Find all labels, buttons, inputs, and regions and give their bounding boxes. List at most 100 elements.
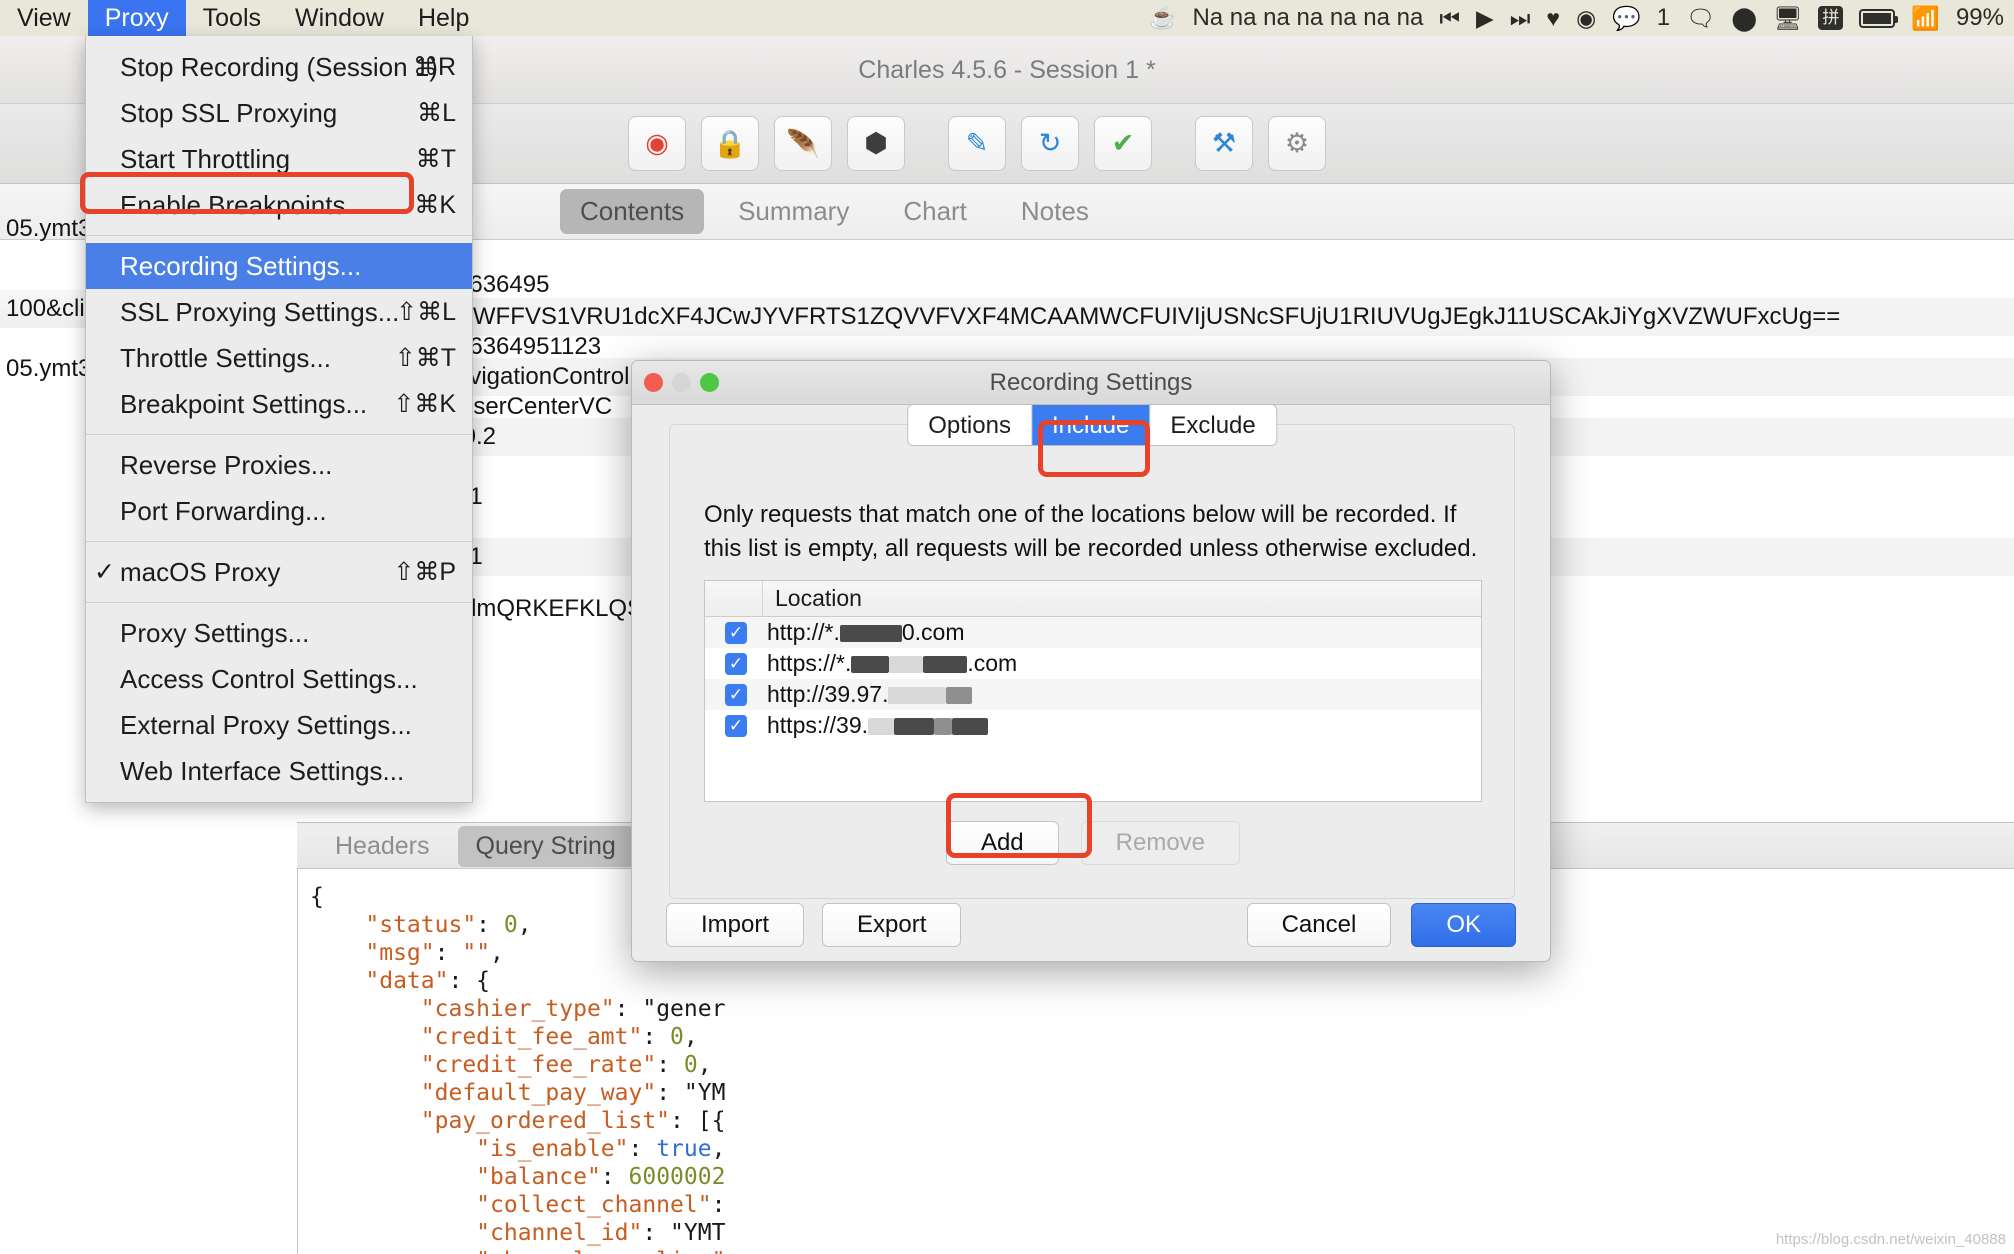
tab-contents[interactable]: Contents [560, 189, 705, 234]
validate-button[interactable]: ✔ [1094, 116, 1152, 171]
menu-item-start-throttling[interactable]: Start Throttling ⌘T [86, 136, 472, 182]
wifi-icon[interactable]: 📶 [1911, 0, 1940, 36]
compose-icon: ✎ [965, 128, 989, 158]
location-column-header: Location [775, 585, 862, 611]
segment-options[interactable]: Options [908, 405, 1032, 445]
menu-item-access-control-settings[interactable]: Access Control Settings... [86, 656, 472, 702]
menu-item-stop-recording-session-1[interactable]: Stop Recording (Session 1) ⌘R [86, 44, 472, 90]
export-button[interactable]: Export [822, 903, 962, 947]
menu-item-external-proxy-settings[interactable]: External Proxy Settings... [86, 702, 472, 748]
ssl-proxying-button[interactable]: 🔒 [701, 116, 759, 171]
locations-rows: ✓ http://*. 0.com ✓ https://*. .com ✓ http://39… [705, 617, 1481, 741]
location-prefix: http://39.97. [767, 681, 889, 707]
evernote-icon[interactable]: ⬤ [1731, 0, 1757, 36]
location-checkbox[interactable]: ✓ [725, 652, 747, 675]
location-text: http://*. 0.com [767, 619, 965, 646]
menu-item-proxy-settings[interactable]: Proxy Settings... [86, 610, 472, 656]
location-text: https://*. .com [767, 650, 1017, 677]
locations-list[interactable]: Location ✓ http://*. 0.com ✓ https://*. .com ✓… [704, 580, 1482, 802]
throttle-icon: 🪶 [786, 128, 820, 159]
dialog-description: Only requests that match one of the loca… [704, 501, 1478, 562]
breakpoints-button[interactable]: ⬢ [847, 116, 905, 171]
zoom-button-icon[interactable] [700, 373, 719, 392]
checkbox-column-header [705, 580, 763, 617]
menu-item-enable-breakpoints[interactable]: Enable Breakpoints ⌘K [86, 182, 472, 228]
menubar-item-view[interactable]: View [0, 0, 88, 36]
menu-item-macos-proxy[interactable]: ✓ macOS Proxy ⇧⌘P [86, 549, 472, 595]
record-icon: ◉ [645, 128, 669, 158]
record-button[interactable]: ◉ [628, 116, 686, 171]
menu-separator [86, 235, 472, 236]
throttle-button[interactable]: 🪶 [774, 116, 832, 171]
location-checkbox[interactable]: ✓ [725, 621, 747, 644]
location-checkbox[interactable]: ✓ [725, 714, 747, 737]
menu-item-port-forwarding[interactable]: Port Forwarding... [86, 488, 472, 534]
location-row[interactable]: ✓ https://39. [705, 710, 1481, 741]
tools-button[interactable]: ⚒ [1195, 116, 1253, 171]
location-text: http://39.97. [767, 681, 973, 708]
menu-item-throttle-settings[interactable]: Throttle Settings... ⇧⌘T [86, 335, 472, 381]
locations-list-header: Location [705, 580, 1481, 617]
menubar-now-playing: Na na na na na na na [1192, 4, 1424, 31]
proxy-dropdown-menu: Stop Recording (Session 1) ⌘R Stop SSL Pro… [85, 36, 473, 803]
menu-item-ssl-proxying-settings[interactable]: SSL Proxying Settings... ⇧⌘L [86, 289, 472, 335]
menubar-item-help[interactable]: Help [401, 0, 486, 36]
segment-exclude[interactable]: Exclude [1150, 405, 1276, 445]
watermark-text: https://blog.csdn.net/weixin_40888 [1775, 1231, 2006, 1248]
json-line: "credit_fee_rate": 0, [420, 1052, 712, 1078]
lower-tab-query-string[interactable]: Query String [457, 825, 634, 867]
cancel-button[interactable]: Cancel [1246, 903, 1392, 947]
dialog-titlebar: Recording Settings [632, 361, 1550, 405]
ok-button[interactable]: OK [1411, 903, 1516, 947]
location-prefix: http://*. [767, 619, 840, 645]
menu-item-stop-ssl-proxying[interactable]: Stop SSL Proxying ⌘L [86, 90, 472, 136]
netease-music-icon[interactable]: ◉ [1576, 0, 1596, 36]
coffee-cup-icon[interactable]: ☕ [1149, 0, 1176, 36]
input-method-pinyin-icon[interactable]: 拼 [1818, 6, 1844, 30]
airplay-icon[interactable]: 🖥 [1773, 0, 1802, 36]
tab-summary[interactable]: Summary [718, 189, 869, 234]
add-button[interactable]: Add [945, 821, 1059, 865]
menu-item-label: Access Control Settings... [120, 664, 418, 694]
tab-chart[interactable]: Chart [883, 189, 987, 234]
location-row[interactable]: ✓ https://*. .com [705, 648, 1481, 679]
segment-include[interactable]: Include [1031, 405, 1151, 445]
chat-bubble-icon[interactable]: 💬 [1612, 0, 1641, 36]
lower-tab-headers[interactable]: Headers [317, 826, 448, 867]
play-icon[interactable]: ▶ [1476, 0, 1494, 36]
json-line: "channel_id": "YMT [476, 1220, 726, 1246]
menu-item-label: Breakpoint Settings... [120, 389, 368, 419]
menu-item-reverse-proxies[interactable]: Reverse Proxies... [86, 442, 472, 488]
close-button-icon[interactable] [644, 373, 663, 392]
json-line: "cashier_type": "gener [420, 996, 726, 1022]
menubar-item-tools[interactable]: Tools [186, 0, 278, 36]
heart-icon[interactable]: ♥ [1546, 0, 1560, 36]
menu-item-label: Stop Recording (Session 1) [120, 52, 438, 82]
menubar-item-proxy[interactable]: Proxy [87, 0, 186, 36]
compose-button[interactable]: ✎ [948, 116, 1006, 171]
menu-item-shortcut: ⌘L [417, 99, 456, 127]
settings-gear-button[interactable]: ⚙ [1268, 116, 1326, 171]
minimize-button-icon[interactable] [672, 373, 691, 392]
list-action-buttons: Add Remove [704, 815, 1482, 871]
menubar-item-window[interactable]: Window [278, 0, 401, 36]
location-row[interactable]: ✓ http://*. 0.com [705, 617, 1481, 648]
wechat-icon[interactable]: 🗨 [1686, 0, 1715, 36]
battery-icon[interactable] [1859, 8, 1899, 28]
repeat-button[interactable]: ↻ [1021, 116, 1079, 171]
menu-item-shortcut: ⌘R [412, 53, 456, 81]
import-button[interactable]: Import [666, 903, 805, 947]
previous-track-icon[interactable]: ⏮ [1439, 0, 1460, 36]
menu-item-label: SSL Proxying Settings... [120, 297, 400, 327]
tab-notes[interactable]: Notes [1001, 189, 1109, 234]
location-checkbox[interactable]: ✓ [725, 683, 747, 706]
remove-button[interactable]: Remove [1080, 821, 1241, 865]
repeat-icon: ↻ [1038, 128, 1062, 158]
next-track-icon[interactable]: ⏭ [1510, 0, 1531, 36]
json-line: "data": { [365, 968, 491, 994]
location-row[interactable]: ✓ http://39.97. [705, 679, 1481, 710]
menu-item-recording-settings[interactable]: Recording Settings... [86, 243, 472, 289]
menu-item-breakpoint-settings[interactable]: Breakpoint Settings... ⇧⌘K [86, 381, 472, 427]
import-export-group: Import Export [666, 903, 962, 947]
menu-item-web-interface-settings[interactable]: Web Interface Settings... [86, 748, 472, 794]
